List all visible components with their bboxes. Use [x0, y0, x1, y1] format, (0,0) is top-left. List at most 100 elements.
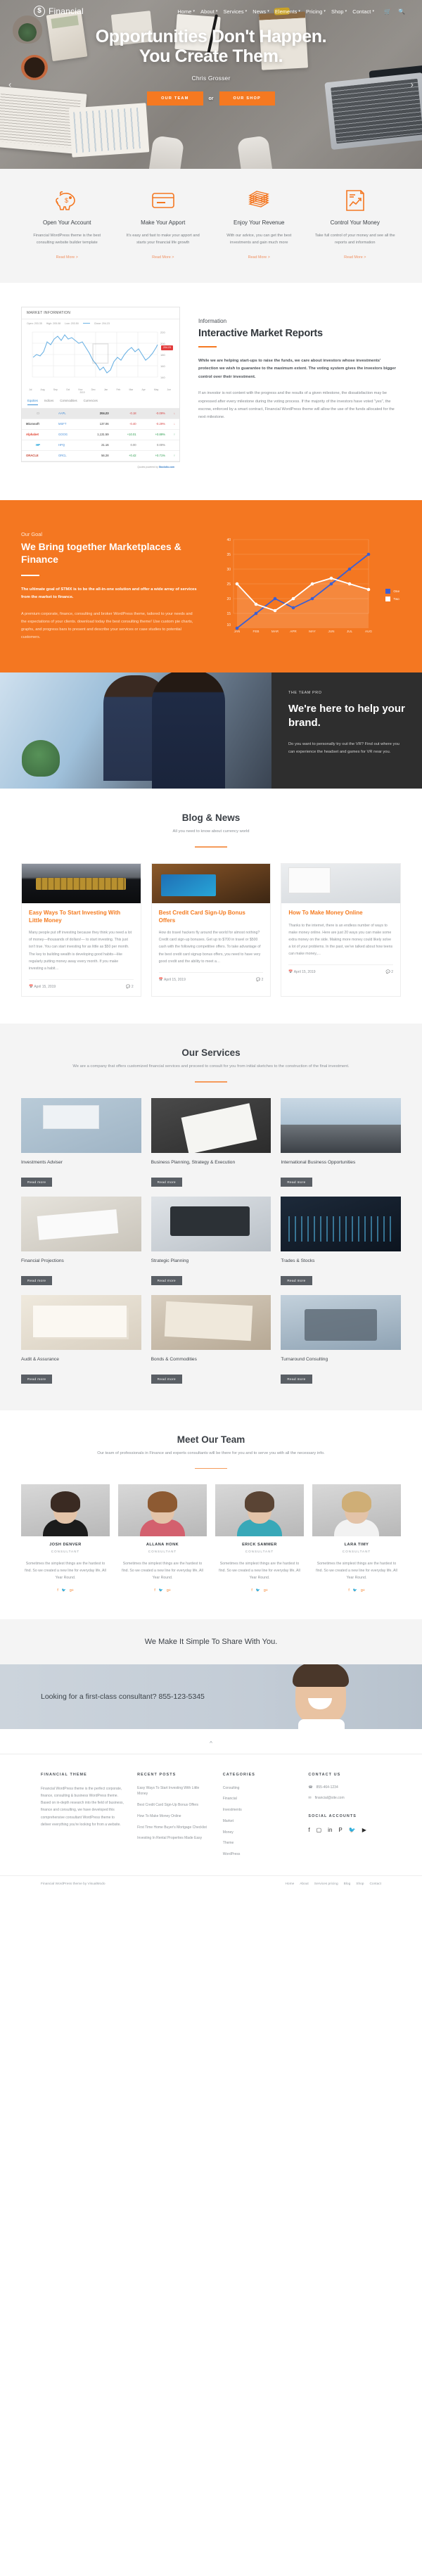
post-title[interactable]: How To Make Money Online: [288, 910, 393, 917]
footer-category-link[interactable]: Investments: [223, 1807, 296, 1813]
twitter-icon[interactable]: 🐦: [256, 1588, 260, 1593]
blog-card[interactable]: Best Credit Card Sign-Up Bonus Offers Ho…: [151, 863, 271, 997]
tab-currencies[interactable]: Currencies: [84, 399, 98, 405]
footer-bottom-link-services[interactable]: Services pricing: [314, 1882, 338, 1886]
nav-item-shop[interactable]: Shop ▾: [331, 8, 347, 15]
nav-item-elements[interactable]: Elements ▾: [275, 8, 300, 15]
feature-read-more-link[interactable]: Read More >: [248, 255, 270, 260]
svg-text:25: 25: [226, 582, 231, 587]
arrow-up-icon: ↑: [169, 429, 179, 440]
prop-spreadsheet: [68, 103, 150, 158]
footer-category-link[interactable]: Consulting: [223, 1785, 296, 1792]
google-plus-icon[interactable]: g+: [70, 1588, 74, 1593]
service-read-more-button[interactable]: Read more: [151, 1374, 182, 1384]
footer-category-link[interactable]: Market: [223, 1818, 296, 1825]
table-row[interactable]: HP HPQ 21.16 0.00 0.00%: [22, 440, 179, 451]
facebook-icon[interactable]: f: [57, 1588, 58, 1593]
feature-read-more-link[interactable]: Read More >: [152, 255, 174, 260]
facebook-icon[interactable]: f: [348, 1588, 349, 1593]
cart-icon[interactable]: 🛒: [384, 8, 391, 15]
search-icon[interactable]: 🔍: [398, 8, 405, 15]
paypal-icon[interactable]: P: [338, 1827, 342, 1833]
our-shop-button[interactable]: OUR SHOP: [219, 91, 275, 106]
nav-item-news[interactable]: News ▾: [252, 8, 269, 15]
nav-item-pricing[interactable]: Pricing ▾: [306, 8, 326, 15]
post-title[interactable]: Easy Ways To Start Investing With Little…: [29, 910, 134, 924]
footer-phone[interactable]: ☎ 855-464-1234: [308, 1785, 381, 1790]
footer-category-link[interactable]: WordPress: [223, 1851, 296, 1858]
youtube-icon[interactable]: ▶: [362, 1827, 366, 1833]
table-row[interactable]: Microsoft MSFT 137.06 -0.40 -0.29% ↓: [22, 419, 179, 430]
feature-read-more-link[interactable]: Read More >: [344, 255, 366, 260]
instagram-icon[interactable]: ▢: [316, 1827, 322, 1833]
google-plus-icon[interactable]: g+: [264, 1588, 268, 1593]
service-read-more-button[interactable]: Read more: [151, 1177, 182, 1187]
footer-link[interactable]: First Time Home Buyer's Mortgage Checkli…: [137, 1825, 210, 1831]
linkedin-icon[interactable]: in: [328, 1827, 332, 1833]
service-read-more-button[interactable]: Read more: [281, 1374, 312, 1384]
brand-logo-link[interactable]: $ Financial: [34, 6, 84, 17]
nav-item-home[interactable]: Home ▾: [177, 8, 195, 15]
post-thumbnail: [151, 864, 271, 904]
tab-commodities[interactable]: Commodities: [60, 399, 77, 405]
post-date-text: April 15, 2019: [164, 977, 186, 982]
service-card[interactable]: Financial Projections Read more: [21, 1196, 141, 1285]
blog-card[interactable]: Easy Ways To Start Investing With Little…: [21, 863, 141, 997]
nav-item-about[interactable]: About ▾: [200, 8, 217, 15]
service-card[interactable]: Turnaround Consulting Read more: [281, 1294, 401, 1384]
post-title[interactable]: Best Credit Card Sign-Up Bonus Offers: [159, 910, 264, 924]
slider-prev-arrow-icon[interactable]: ‹: [8, 79, 11, 90]
prop-sleeve-left: [148, 135, 185, 169]
service-card[interactable]: Bonds & Commodities Read more: [151, 1294, 271, 1384]
service-card[interactable]: Investments Adviser Read more: [21, 1097, 141, 1187]
twitter-icon[interactable]: 🐦: [349, 1827, 356, 1833]
blog-card[interactable]: How To Make Money Online Thanks to the i…: [281, 863, 402, 997]
table-row[interactable]: Alphabet GOOG 1,131.59 +10.01 +0.89% ↑: [22, 429, 179, 440]
feature-title: Open Your Account: [43, 219, 91, 226]
service-read-more-button[interactable]: Read more: [21, 1374, 53, 1384]
footer-email[interactable]: ✉ financial@site.com: [308, 1796, 381, 1800]
service-card[interactable]: Audit & Assurance Read more: [21, 1294, 141, 1384]
footer-bottom-link-shop[interactable]: Shop: [356, 1882, 364, 1886]
nav-item-services[interactable]: Services ▾: [224, 8, 248, 15]
service-card[interactable]: Strategic Planning Read more: [151, 1196, 271, 1285]
footer-bottom-link-home[interactable]: Home: [285, 1882, 294, 1886]
footer-bottom-link-contact[interactable]: Contact: [369, 1882, 381, 1886]
footer-link[interactable]: How To Make Money Online: [137, 1813, 210, 1820]
facebook-icon[interactable]: f: [154, 1588, 155, 1593]
service-read-more-button[interactable]: Read more: [281, 1177, 312, 1187]
footer-bottom-link-about[interactable]: About: [300, 1882, 309, 1886]
tab-equities[interactable]: Equities: [27, 399, 38, 405]
nav-item-contact[interactable]: Contact ▾: [352, 8, 374, 15]
service-read-more-button[interactable]: Read more: [21, 1177, 53, 1187]
stockdio-link[interactable]: Stockdio.com: [159, 466, 174, 468]
our-team-button[interactable]: OUR TEAM: [147, 91, 203, 106]
back-to-top-button[interactable]: ^: [0, 1729, 422, 1754]
footer-link[interactable]: Investing In Rental Properties Made Easy: [137, 1835, 210, 1842]
google-plus-icon[interactable]: g+: [167, 1588, 171, 1593]
twitter-icon[interactable]: 🐦: [159, 1588, 163, 1593]
footer-link[interactable]: Easy Ways To Start Investing With Little…: [137, 1785, 210, 1798]
facebook-icon[interactable]: f: [308, 1827, 309, 1833]
service-read-more-button[interactable]: Read more: [21, 1275, 53, 1285]
google-plus-icon[interactable]: g+: [361, 1588, 365, 1593]
footer-bottom-link-blog[interactable]: Blog: [344, 1882, 351, 1886]
service-card[interactable]: Trades & Stocks Read more: [281, 1196, 401, 1285]
table-row[interactable]: ORACLE ORCL 56.28 +0.42 +0.71% ↑: [22, 450, 179, 461]
footer-category-link[interactable]: Financial: [223, 1796, 296, 1802]
footer-link[interactable]: Best Credit Card Sign-Up Bonus Offers: [137, 1802, 210, 1809]
service-read-more-button[interactable]: Read more: [281, 1275, 312, 1285]
service-card[interactable]: International Business Opportunities Rea…: [281, 1097, 401, 1187]
service-card[interactable]: Business Planning, Strategy & Execution …: [151, 1097, 271, 1187]
twitter-icon[interactable]: 🐦: [353, 1588, 357, 1593]
facebook-icon[interactable]: f: [251, 1588, 252, 1593]
slider-next-arrow-icon[interactable]: ›: [411, 79, 414, 90]
tab-indices[interactable]: Indices: [44, 399, 53, 405]
footer-category-link[interactable]: Money: [223, 1830, 296, 1836]
feature-read-more-link[interactable]: Read More >: [56, 255, 78, 260]
footer-category-link[interactable]: Theme: [223, 1840, 296, 1847]
table-row[interactable]:  AAPL 204.23 -0.18 -0.09% ↓: [22, 408, 179, 419]
twitter-icon[interactable]: 🐦: [62, 1588, 66, 1593]
prop-sleeve-right: [236, 135, 273, 169]
service-read-more-button[interactable]: Read more: [151, 1275, 182, 1285]
